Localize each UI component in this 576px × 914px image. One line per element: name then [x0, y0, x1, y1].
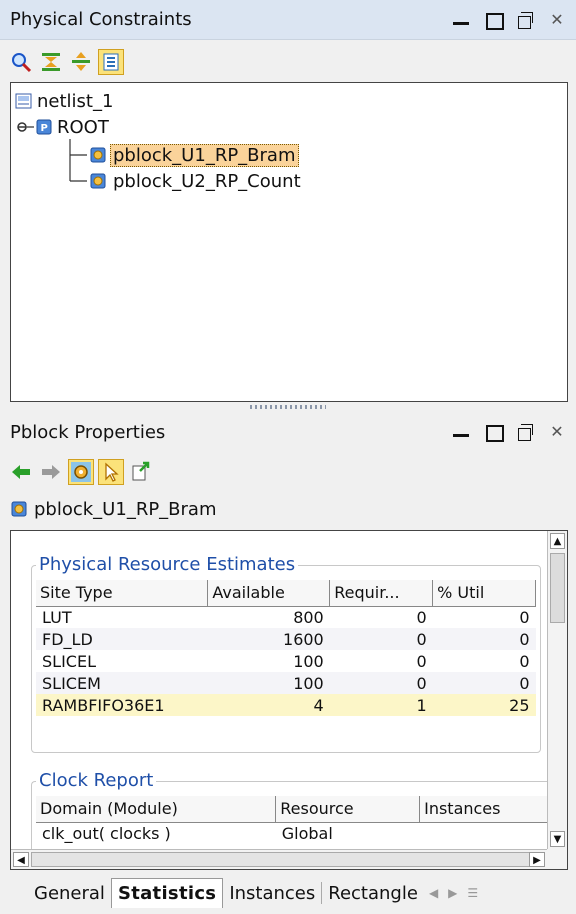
- properties-title: Pblock Properties: [10, 421, 166, 443]
- float-icon[interactable]: [514, 421, 536, 443]
- constraints-tree[interactable]: netlist_1 P ROOT pblock_U1_RP_Bram pbloc…: [10, 82, 568, 402]
- splitter-handle[interactable]: [250, 405, 326, 409]
- scroll-thumb[interactable]: [550, 553, 565, 623]
- cell: 0: [432, 628, 536, 650]
- cell: 0: [432, 672, 536, 694]
- vertical-scrollbar[interactable]: ▲ ▼: [547, 531, 567, 849]
- cell: FD_LD: [36, 628, 208, 650]
- cell: 4: [207, 694, 330, 716]
- properties-title-bar: Pblock Properties ✕: [0, 412, 576, 452]
- column-header[interactable]: Instances: [419, 796, 548, 823]
- cell: [420, 822, 548, 844]
- clock-group-title: Clock Report: [36, 770, 157, 791]
- table-row[interactable]: SLICEL 100 0 0: [36, 650, 536, 672]
- cell: Global: [281, 823, 333, 843]
- tab-statistics[interactable]: Statistics: [110, 878, 224, 908]
- column-header[interactable]: % Util: [432, 580, 536, 607]
- tab-scroll-right-icon[interactable]: ▶: [443, 886, 462, 900]
- cell: 0: [519, 651, 530, 671]
- pblock-icon: [11, 501, 27, 517]
- constraints-toolbar: [0, 42, 576, 82]
- tab-list-icon[interactable]: ☰: [462, 886, 483, 900]
- constraints-title-bar: Physical Constraints ✕: [0, 0, 576, 40]
- column-header[interactable]: Requir...: [329, 580, 434, 607]
- cell: 0: [416, 651, 427, 671]
- scroll-up-icon[interactable]: ▲: [550, 533, 565, 549]
- table-row[interactable]: FD_LD 1600 0 0: [36, 628, 536, 650]
- back-arrow-icon[interactable]: [8, 459, 34, 485]
- column-header[interactable]: Site Type: [36, 580, 209, 607]
- pblock-icon: [90, 147, 106, 163]
- resource-group-title: Physical Resource Estimates: [36, 554, 299, 575]
- scroll-down-icon[interactable]: ▼: [550, 831, 565, 847]
- cell: 0: [329, 628, 433, 650]
- auto-update-icon[interactable]: [68, 459, 94, 485]
- clock-table[interactable]: Domain (Module) Resource Instances clk_o…: [36, 796, 548, 844]
- properties-toolbar: [0, 452, 576, 492]
- cell: RAMBFIFO36E1: [36, 694, 208, 716]
- tree-item-pblock[interactable]: pblock_U1_RP_Bram: [89, 143, 299, 167]
- cell: SLICEL: [42, 651, 96, 671]
- select-cursor-icon[interactable]: [98, 459, 124, 485]
- table-row[interactable]: clk_out( clocks ) Global: [36, 822, 548, 844]
- cell: 25: [432, 694, 536, 716]
- table-row[interactable]: SLICEM 100 0 0: [36, 672, 536, 694]
- tree-item-pblock[interactable]: pblock_U2_RP_Count: [89, 169, 301, 193]
- tab-rectangles[interactable]: Rectangle: [322, 879, 424, 908]
- statistics-view[interactable]: Physical Resource Estimates Site Type Av…: [10, 530, 568, 870]
- expand-all-icon[interactable]: [68, 49, 94, 75]
- pblock-icon: [90, 173, 106, 189]
- cell: 1600: [207, 628, 330, 650]
- cell: 800: [293, 607, 324, 627]
- cell: 1: [329, 694, 433, 716]
- scroll-left-icon[interactable]: ◀: [13, 852, 29, 867]
- cell: 0: [519, 607, 530, 627]
- scroll-right-icon[interactable]: ▶: [529, 852, 545, 867]
- scroll-corner: [547, 849, 567, 869]
- collapse-all-icon[interactable]: [38, 49, 64, 75]
- tab-scroll-left-icon[interactable]: ◀: [424, 886, 443, 900]
- search-icon[interactable]: [8, 49, 34, 75]
- column-header[interactable]: Available: [207, 580, 331, 607]
- tab-general[interactable]: General: [28, 879, 111, 908]
- cell: 100: [293, 651, 324, 671]
- maximize-icon[interactable]: [482, 9, 504, 31]
- cell: 0: [329, 672, 433, 694]
- resource-table[interactable]: Site Type Available Requir... % Util LUT…: [36, 580, 536, 716]
- selected-pblock-name: pblock_U1_RP_Bram: [34, 498, 217, 520]
- column-header[interactable]: Domain (Module): [36, 796, 277, 823]
- constraints-title: Physical Constraints: [10, 9, 192, 30]
- scroll-thumb[interactable]: [31, 852, 536, 867]
- table-row[interactable]: LUT 800 0 0: [36, 606, 536, 628]
- float-icon[interactable]: [514, 9, 536, 31]
- column-header[interactable]: Resource: [275, 796, 421, 823]
- show-hierarchy-icon[interactable]: [98, 49, 124, 75]
- close-icon[interactable]: ✕: [546, 421, 568, 443]
- minimize-icon[interactable]: [450, 421, 472, 443]
- pblock-label: pblock_U2_RP_Count: [113, 170, 301, 192]
- cell: 0: [416, 607, 427, 627]
- table-row[interactable]: RAMBFIFO36E1 4 1 25: [36, 694, 536, 716]
- pblock-label: pblock_U1_RP_Bram: [110, 143, 299, 167]
- maximize-icon[interactable]: [482, 421, 504, 443]
- cell: LUT: [42, 607, 72, 627]
- resource-estimates-group: Physical Resource Estimates Site Type Av…: [31, 554, 541, 753]
- tab-instances[interactable]: Instances: [223, 879, 321, 908]
- minimize-icon[interactable]: [450, 9, 472, 31]
- horizontal-scrollbar[interactable]: ◀ ▶: [11, 849, 547, 869]
- tree-lines: [69, 139, 87, 182]
- export-icon[interactable]: [128, 459, 154, 485]
- forward-arrow-icon[interactable]: [38, 459, 64, 485]
- properties-tabs: General Statistics Instances Rectangle ◀…: [0, 872, 576, 914]
- cell: SLICEM: [36, 672, 208, 694]
- cell: 100: [207, 672, 330, 694]
- cell: clk_out( clocks ): [42, 823, 171, 843]
- close-icon[interactable]: ✕: [546, 9, 568, 31]
- selected-pblock: pblock_U1_RP_Bram: [10, 496, 217, 522]
